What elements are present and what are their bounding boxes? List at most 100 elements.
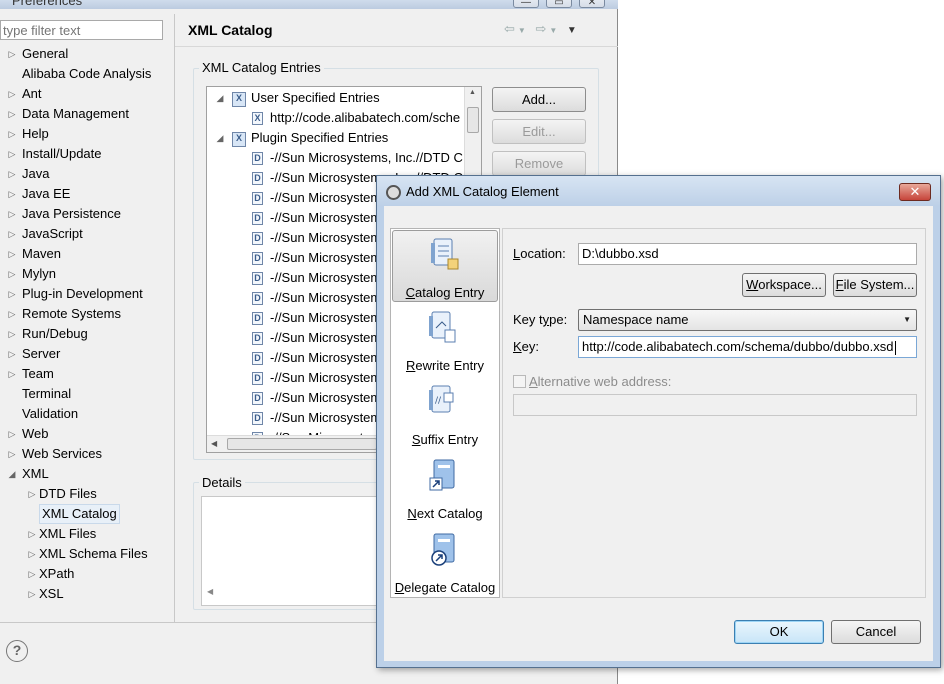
tree-item-java-ee[interactable]: ▷ Java EE [0, 184, 174, 204]
key-type-select[interactable]: Namespace name ▼ [578, 309, 917, 331]
tree-item-xml-files[interactable]: ▷ XML Files [0, 524, 174, 544]
tree-item-java[interactable]: ▷ Java [0, 164, 174, 184]
tree-item-plug-in-development[interactable]: ▷ Plug-in Development [0, 284, 174, 304]
remove-button[interactable]: Remove [492, 151, 586, 176]
type-next-catalog[interactable]: Next Catalog [391, 452, 499, 524]
tree-item-help[interactable]: ▷ Help [0, 124, 174, 144]
ok-button[interactable]: OK [734, 620, 824, 644]
collapsed-arrow-icon[interactable]: ▷ [6, 344, 18, 364]
tree-item-xml-schema-files[interactable]: ▷ XML Schema Files [0, 544, 174, 564]
entries-horizontal-thumb[interactable] [227, 438, 377, 450]
tree-item-mylyn[interactable]: ▷ Mylyn [0, 264, 174, 284]
key-input[interactable]: http://code.alibabatech.com/schema/dubbo… [578, 336, 917, 358]
collapsed-arrow-icon[interactable]: ▷ [6, 264, 18, 284]
expanded-arrow-icon[interactable]: ◢ [6, 464, 18, 484]
catalog-group-row[interactable]: ◢ X Plugin Specified Entries [207, 128, 465, 148]
collapsed-arrow-icon[interactable]: ▷ [6, 84, 18, 104]
collapsed-arrow-icon[interactable]: ▷ [6, 144, 18, 164]
tree-item-maven[interactable]: ▷ Maven [0, 244, 174, 264]
collapsed-arrow-icon[interactable]: ▷ [6, 324, 18, 344]
tree-item-validation[interactable]: Validation [0, 404, 174, 424]
collapsed-arrow-icon[interactable]: ▷ [26, 544, 38, 564]
collapsed-arrow-icon[interactable]: ▷ [6, 104, 18, 124]
collapsed-arrow-icon[interactable]: ▷ [26, 484, 38, 504]
minimize-button[interactable]: — [513, 0, 539, 8]
scroll-left-icon[interactable]: ◀ [211, 439, 217, 448]
tree-item-java-persistence[interactable]: ▷ Java Persistence [0, 204, 174, 224]
type-catalog-entry[interactable]: Catalog Entry [392, 230, 498, 302]
tree-item-data-management[interactable]: ▷ Data Management [0, 104, 174, 124]
close-button[interactable]: ✕ [579, 0, 605, 8]
collapsed-arrow-icon[interactable]: ▷ [26, 564, 38, 584]
tree-item-alibaba-code-analysis[interactable]: Alibaba Code Analysis [0, 64, 174, 84]
collapsed-arrow-icon[interactable]: ▷ [26, 584, 38, 604]
dialog-close-button[interactable]: ✕ [899, 183, 931, 201]
tree-item-general[interactable]: ▷ General [0, 44, 174, 64]
dtd-file-icon: D [252, 212, 263, 225]
add-button[interactable]: Add... [492, 87, 586, 112]
collapsed-arrow-icon[interactable]: ▷ [6, 304, 18, 324]
collapsed-arrow-icon[interactable]: ▷ [26, 524, 38, 544]
tree-item-terminal[interactable]: Terminal [0, 384, 174, 404]
suffix-entry-icon: // [428, 384, 458, 420]
location-input[interactable]: D:\dubbo.xsd [578, 243, 917, 265]
page-title: XML Catalog [188, 22, 273, 38]
back-arrow-icon[interactable]: ⇦ [504, 21, 518, 36]
tree-item-run-debug[interactable]: ▷ Run/Debug [0, 324, 174, 344]
tree-item-remote-systems[interactable]: ▷ Remote Systems [0, 304, 174, 324]
filter-input[interactable] [0, 20, 163, 40]
text-caret [894, 340, 896, 355]
tree-item-label: Validation [22, 406, 79, 421]
back-menu-icon[interactable]: ▼ [518, 26, 529, 35]
forward-menu-icon[interactable]: ▼ [549, 26, 560, 35]
scroll-up-icon[interactable]: ▲ [469, 89, 476, 96]
tree-item-javascript[interactable]: ▷ JavaScript [0, 224, 174, 244]
catalog-entry-row[interactable]: Xhttp://code.alibabatech.com/sche [207, 108, 465, 128]
workspace-button[interactable]: Workspace... [742, 273, 826, 297]
collapsed-arrow-icon[interactable]: ▷ [6, 424, 18, 444]
help-icon[interactable]: ? [6, 640, 28, 662]
details-scroll-left-icon[interactable]: ◀ [207, 587, 213, 596]
alternative-web-address-input[interactable] [513, 394, 917, 416]
catalog-group-row[interactable]: ◢ X User Specified Entries [207, 88, 465, 108]
collapsed-arrow-icon[interactable]: ▷ [6, 364, 18, 384]
cancel-button[interactable]: Cancel [831, 620, 921, 644]
tree-item-xsl[interactable]: ▷ XSL [0, 584, 174, 604]
maximize-button[interactable]: ▭ [546, 0, 572, 8]
collapsed-arrow-icon[interactable]: ▷ [6, 124, 18, 144]
collapsed-arrow-icon[interactable]: ▷ [6, 224, 18, 244]
tree-item-install-update[interactable]: ▷ Install/Update [0, 144, 174, 164]
tree-item-xpath[interactable]: ▷ XPath [0, 564, 174, 584]
catalog-entry-row[interactable]: D -//Sun Microsystems, Inc.//DTD C [207, 148, 465, 168]
type-suffix-entry[interactable]: // Suffix Entry [391, 378, 499, 450]
collapsed-arrow-icon[interactable]: ▷ [6, 444, 18, 464]
tree-item-ant[interactable]: ▷ Ant [0, 84, 174, 104]
type-delegate-catalog[interactable]: Delegate Catalog [391, 526, 499, 597]
history-navigation[interactable]: ⇦▼ ⇨▼ ▼ [504, 21, 580, 37]
expanded-arrow-icon[interactable]: ◢ [214, 88, 226, 108]
forward-arrow-icon[interactable]: ⇨ [535, 21, 549, 36]
collapsed-arrow-icon[interactable]: ▷ [6, 184, 18, 204]
collapsed-arrow-icon[interactable]: ▷ [6, 164, 18, 184]
tree-item-label: General [22, 46, 69, 61]
alternative-web-address-checkbox[interactable] [513, 375, 526, 388]
expanded-arrow-icon[interactable]: ◢ [214, 128, 226, 148]
collapsed-arrow-icon[interactable]: ▷ [6, 44, 18, 64]
file-system-button[interactable]: File System... [833, 273, 917, 297]
tree-item-web-services[interactable]: ▷ Web Services [0, 444, 174, 464]
catalog-entry-icon [430, 237, 460, 273]
entries-vertical-thumb[interactable] [467, 107, 479, 133]
type-label: Next Catalog [391, 506, 499, 521]
type-rewrite-entry[interactable]: Rewrite Entry [391, 304, 499, 376]
tree-item-web[interactable]: ▷ Web [0, 424, 174, 444]
view-menu-icon[interactable]: ▼ [567, 25, 580, 36]
tree-item-server[interactable]: ▷ Server [0, 344, 174, 364]
tree-item-xml-catalog[interactable]: XML Catalog [0, 504, 174, 524]
tree-item-team[interactable]: ▷ Team [0, 364, 174, 384]
collapsed-arrow-icon[interactable]: ▷ [6, 244, 18, 264]
edit-button[interactable]: Edit... [492, 119, 586, 144]
tree-item-xml[interactable]: ◢ XML [0, 464, 174, 484]
collapsed-arrow-icon[interactable]: ▷ [6, 204, 18, 224]
tree-item-dtd-files[interactable]: ▷ DTD Files [0, 484, 174, 504]
collapsed-arrow-icon[interactable]: ▷ [6, 284, 18, 304]
